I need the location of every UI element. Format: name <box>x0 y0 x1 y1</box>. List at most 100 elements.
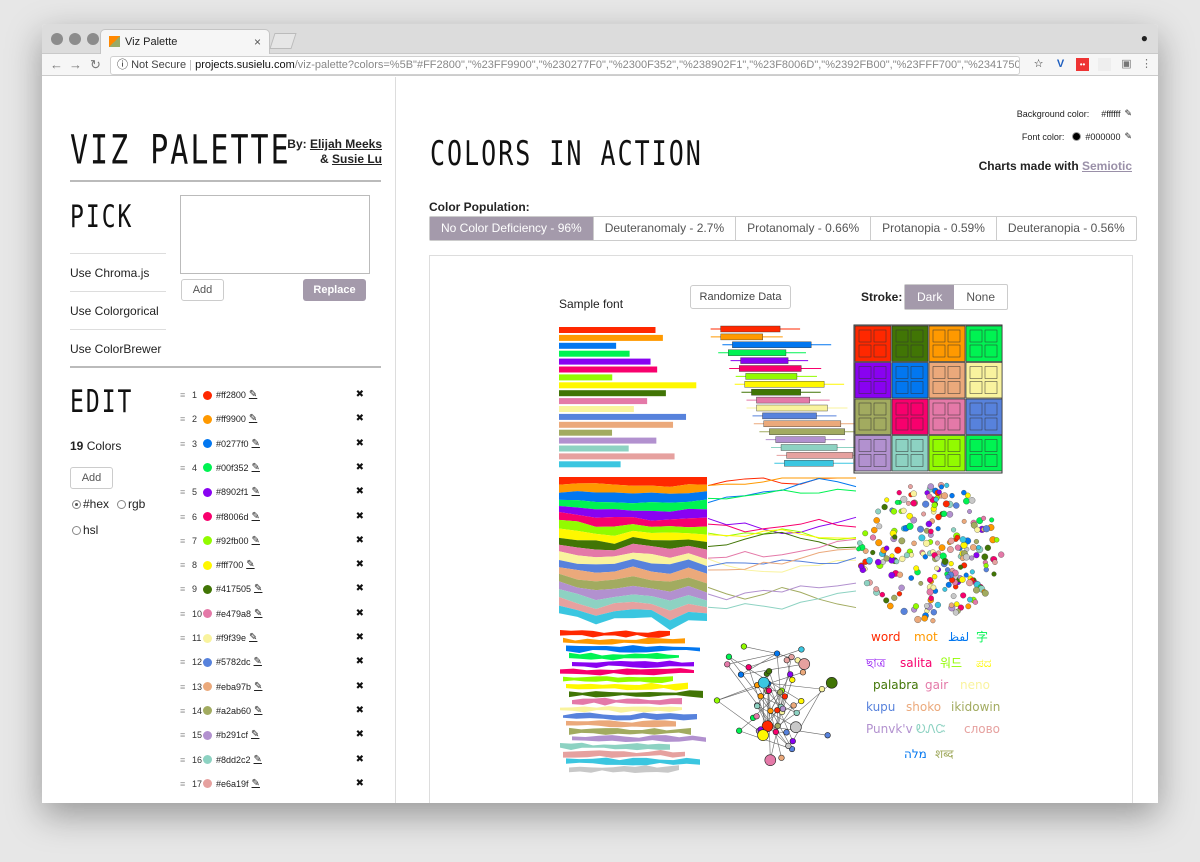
zoom-window-icon[interactable] <box>87 33 99 45</box>
delete-color-icon[interactable]: ✖ <box>356 557 364 573</box>
delete-color-icon[interactable]: ✖ <box>356 533 364 549</box>
drag-handle-icon[interactable]: ≡ <box>180 727 192 743</box>
color-swatch[interactable] <box>203 487 212 497</box>
format-rgb-radio[interactable]: rgb <box>117 497 145 511</box>
minimize-window-icon[interactable] <box>69 33 81 45</box>
color-swatch[interactable] <box>203 536 212 546</box>
edit-pencil-icon[interactable]: ✎ <box>252 484 260 500</box>
drag-handle-icon[interactable]: ≡ <box>180 436 192 452</box>
edit-pencil-icon[interactable]: ✎ <box>1124 108 1132 119</box>
menu-icon[interactable]: ⋮ <box>1140 58 1153 71</box>
semiotic-link[interactable]: Semiotic <box>1082 159 1132 173</box>
forward-icon[interactable]: → <box>69 57 82 72</box>
use-colorbrewer-link[interactable]: Use ColorBrewer <box>70 329 166 367</box>
edit-pencil-icon[interactable]: ✎ <box>252 533 260 549</box>
color-swatch[interactable] <box>203 609 212 619</box>
close-window-icon[interactable] <box>51 33 63 45</box>
drag-handle-icon[interactable]: ≡ <box>180 460 192 476</box>
edit-pencil-icon[interactable]: ✎ <box>249 630 257 646</box>
color-swatch[interactable] <box>203 560 212 570</box>
add-color-button[interactable]: Add <box>70 467 113 489</box>
extension-blank-icon[interactable] <box>1098 58 1111 71</box>
drag-handle-icon[interactable]: ≡ <box>180 557 192 573</box>
replace-colors-button[interactable]: Replace <box>303 279 366 301</box>
edit-pencil-icon[interactable]: ✎ <box>252 776 260 792</box>
edit-pencil-icon[interactable]: ✎ <box>254 752 262 768</box>
delete-color-icon[interactable]: ✖ <box>356 703 364 719</box>
drag-handle-icon[interactable]: ≡ <box>180 484 192 500</box>
browser-tab[interactable]: Viz Palette × <box>100 29 270 55</box>
edit-pencil-icon[interactable]: ✎ <box>254 654 262 670</box>
delete-color-icon[interactable]: ✖ <box>356 436 364 452</box>
color-swatch[interactable] <box>203 779 212 789</box>
color-swatch[interactable] <box>203 633 212 643</box>
add-colors-button[interactable]: Add <box>181 279 224 301</box>
new-tab-button[interactable] <box>269 33 297 49</box>
delete-color-icon[interactable]: ✖ <box>356 654 364 670</box>
drag-handle-icon[interactable]: ≡ <box>180 411 192 427</box>
user-profile-icon[interactable]: ● <box>1141 31 1148 45</box>
drag-handle-icon[interactable]: ≡ <box>180 654 192 670</box>
color-swatch[interactable] <box>203 755 212 764</box>
tab-close-icon[interactable]: × <box>254 30 261 54</box>
delete-color-icon[interactable]: ✖ <box>356 752 364 768</box>
delete-color-icon[interactable]: ✖ <box>356 460 364 476</box>
color-swatch[interactable] <box>203 730 212 740</box>
delete-color-icon[interactable]: ✖ <box>356 679 364 695</box>
bookmark-star-icon[interactable]: ☆ <box>1032 58 1045 71</box>
color-swatch[interactable] <box>203 706 212 716</box>
drag-handle-icon[interactable]: ≡ <box>180 509 192 525</box>
color-swatch[interactable] <box>203 463 212 473</box>
drag-handle-icon[interactable]: ≡ <box>180 533 192 549</box>
color-swatch[interactable] <box>203 414 212 424</box>
reload-icon[interactable]: ↻ <box>90 57 101 73</box>
color-swatch[interactable] <box>203 657 212 667</box>
edit-pencil-icon[interactable]: ✎ <box>252 509 260 525</box>
population-tab[interactable]: No Color Deficiency - 96% <box>430 217 594 240</box>
extension-v-icon[interactable]: V <box>1054 58 1067 71</box>
delete-color-icon[interactable]: ✖ <box>356 727 364 743</box>
use-chroma-link[interactable]: Use Chroma.js <box>70 253 166 291</box>
color-swatch[interactable] <box>203 390 212 400</box>
edit-pencil-icon[interactable]: ✎ <box>252 436 260 452</box>
edit-pencil-icon[interactable]: ✎ <box>254 606 262 622</box>
camera-icon[interactable]: ▣ <box>1120 58 1133 71</box>
color-swatch[interactable] <box>203 439 212 449</box>
delete-color-icon[interactable]: ✖ <box>356 484 364 500</box>
edit-pencil-icon[interactable]: ✎ <box>254 703 262 719</box>
population-tab[interactable]: Protanopia - 0.59% <box>871 217 997 240</box>
drag-handle-icon[interactable]: ≡ <box>180 581 192 597</box>
edit-pencil-icon[interactable]: ✎ <box>249 411 257 427</box>
edit-pencil-icon[interactable]: ✎ <box>251 727 259 743</box>
format-hex-radio[interactable]: #hex <box>72 497 109 511</box>
drag-handle-icon[interactable]: ≡ <box>180 606 192 622</box>
drag-handle-icon[interactable]: ≡ <box>180 387 192 403</box>
drag-handle-icon[interactable]: ≡ <box>180 630 192 646</box>
delete-color-icon[interactable]: ✖ <box>356 581 364 597</box>
edit-pencil-icon[interactable]: ✎ <box>252 460 260 476</box>
drag-handle-icon[interactable]: ≡ <box>180 703 192 719</box>
population-tab[interactable]: Deuteranomaly - 2.7% <box>594 217 737 240</box>
edit-pencil-icon[interactable]: ✎ <box>249 387 257 403</box>
extension-red-icon[interactable]: •• <box>1076 58 1089 71</box>
color-swatch[interactable] <box>203 512 212 521</box>
delete-color-icon[interactable]: ✖ <box>356 411 364 427</box>
edit-pencil-icon[interactable]: ✎ <box>1124 131 1132 142</box>
stroke-none-option[interactable]: None <box>954 285 1007 309</box>
author-link-susie[interactable]: Susie Lu <box>332 152 382 166</box>
delete-color-icon[interactable]: ✖ <box>356 509 364 525</box>
drag-handle-icon[interactable]: ≡ <box>180 752 192 768</box>
use-colorgorical-link[interactable]: Use Colorgorical <box>70 291 166 329</box>
edit-pencil-icon[interactable]: ✎ <box>254 679 262 695</box>
drag-handle-icon[interactable]: ≡ <box>180 776 192 792</box>
palette-input[interactable] <box>180 195 370 274</box>
stroke-dark-option[interactable]: Dark <box>905 285 955 309</box>
population-tab[interactable]: Deuteranopia - 0.56% <box>997 217 1136 240</box>
delete-color-icon[interactable]: ✖ <box>356 776 364 792</box>
population-tab[interactable]: Protanomaly - 0.66% <box>736 217 872 240</box>
edit-pencil-icon[interactable]: ✎ <box>246 557 254 573</box>
drag-handle-icon[interactable]: ≡ <box>180 679 192 695</box>
delete-color-icon[interactable]: ✖ <box>356 606 364 622</box>
address-bar[interactable]: ⓘ Not Secure | projects.susielu.com/viz-… <box>110 56 1020 75</box>
color-swatch[interactable] <box>203 682 212 692</box>
